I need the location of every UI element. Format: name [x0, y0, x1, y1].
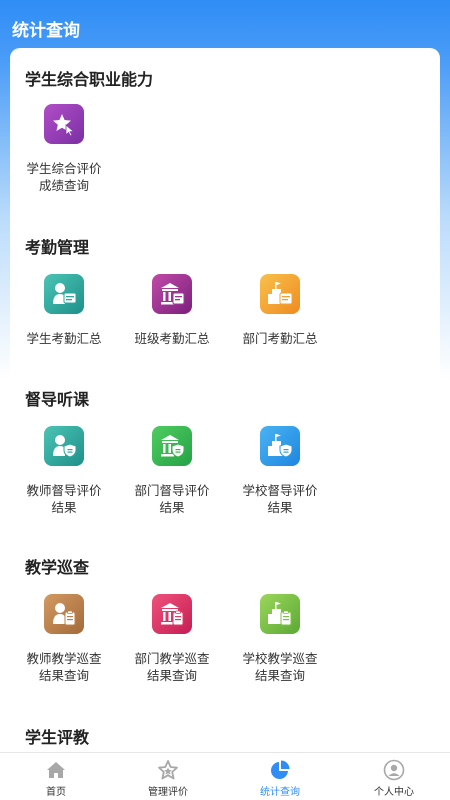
- section-title: 学生评教: [25, 728, 90, 747]
- item-teacher-supervision-results[interactable]: 教师督导评价结果: [10, 426, 118, 516]
- star-cursor-icon: [44, 104, 84, 144]
- content-card: 学生综合职业能力 学生综合评价成绩查询 考勤管理 学生考勤汇总 班级考勤汇总 部…: [10, 48, 440, 758]
- pie-chart-icon: [269, 759, 291, 781]
- item-school-inspection-query[interactable]: 学校教学巡查结果查询: [226, 594, 334, 684]
- section-title: 督导听课: [25, 390, 90, 409]
- item-label: 部门考勤汇总: [242, 331, 318, 346]
- building-doc-icon: [152, 274, 192, 314]
- section-title: 教学巡查: [25, 558, 90, 577]
- person-doc-icon: [44, 274, 84, 314]
- item-label: 学生综合评价成绩查询: [26, 161, 102, 193]
- star-icon: [157, 759, 179, 781]
- item-label: 学生考勤汇总: [26, 331, 102, 346]
- item-label: 学校督导评价结果: [242, 483, 318, 515]
- section-title: 学生综合职业能力: [25, 70, 154, 89]
- item-label: 班级考勤汇总: [134, 331, 210, 346]
- user-icon: [383, 759, 405, 781]
- tab-statistics-query[interactable]: 统计查询: [224, 753, 336, 800]
- flag-shield-icon: [260, 426, 300, 466]
- tab-label: 个人中心: [374, 787, 414, 798]
- item-label: 部门教学巡查结果查询: [134, 651, 210, 683]
- item-department-inspection-query[interactable]: 部门教学巡查结果查询: [118, 594, 226, 684]
- item-label: 教师督导评价结果: [26, 483, 102, 515]
- item-label: 教师教学巡查结果查询: [26, 651, 102, 683]
- tab-label: 管理评价: [148, 787, 188, 798]
- section-title: 考勤管理: [25, 238, 90, 257]
- item-school-supervision-results[interactable]: 学校督导评价结果: [226, 426, 334, 516]
- tab-management-evaluation[interactable]: 管理评价: [112, 753, 224, 800]
- tab-label: 统计查询: [260, 787, 300, 798]
- item-class-attendance-summary[interactable]: 班级考勤汇总: [118, 274, 226, 347]
- home-icon: [45, 759, 67, 781]
- building-clipboard-icon: [152, 594, 192, 634]
- person-clipboard-icon: [44, 594, 84, 634]
- tab-personal-center[interactable]: 个人中心: [338, 753, 450, 800]
- bottom-tab-bar: 首页 管理评价 统计查询 个人中心: [0, 752, 450, 800]
- item-label: 部门督导评价结果: [134, 483, 210, 515]
- tab-home[interactable]: 首页: [0, 753, 112, 800]
- flag-doc-icon: [260, 274, 300, 314]
- item-teacher-inspection-query[interactable]: 教师教学巡查结果查询: [10, 594, 118, 684]
- flag-clipboard-icon: [260, 594, 300, 634]
- item-student-evaluation-query[interactable]: 学生综合评价成绩查询: [10, 104, 118, 194]
- item-label: 学校教学巡查结果查询: [242, 651, 318, 683]
- item-department-supervision-results[interactable]: 部门督导评价结果: [118, 426, 226, 516]
- person-shield-icon: [44, 426, 84, 466]
- tab-label: 首页: [46, 787, 66, 798]
- item-student-attendance-summary[interactable]: 学生考勤汇总: [10, 274, 118, 347]
- building-shield-icon: [152, 426, 192, 466]
- item-department-attendance-summary[interactable]: 部门考勤汇总: [226, 274, 334, 347]
